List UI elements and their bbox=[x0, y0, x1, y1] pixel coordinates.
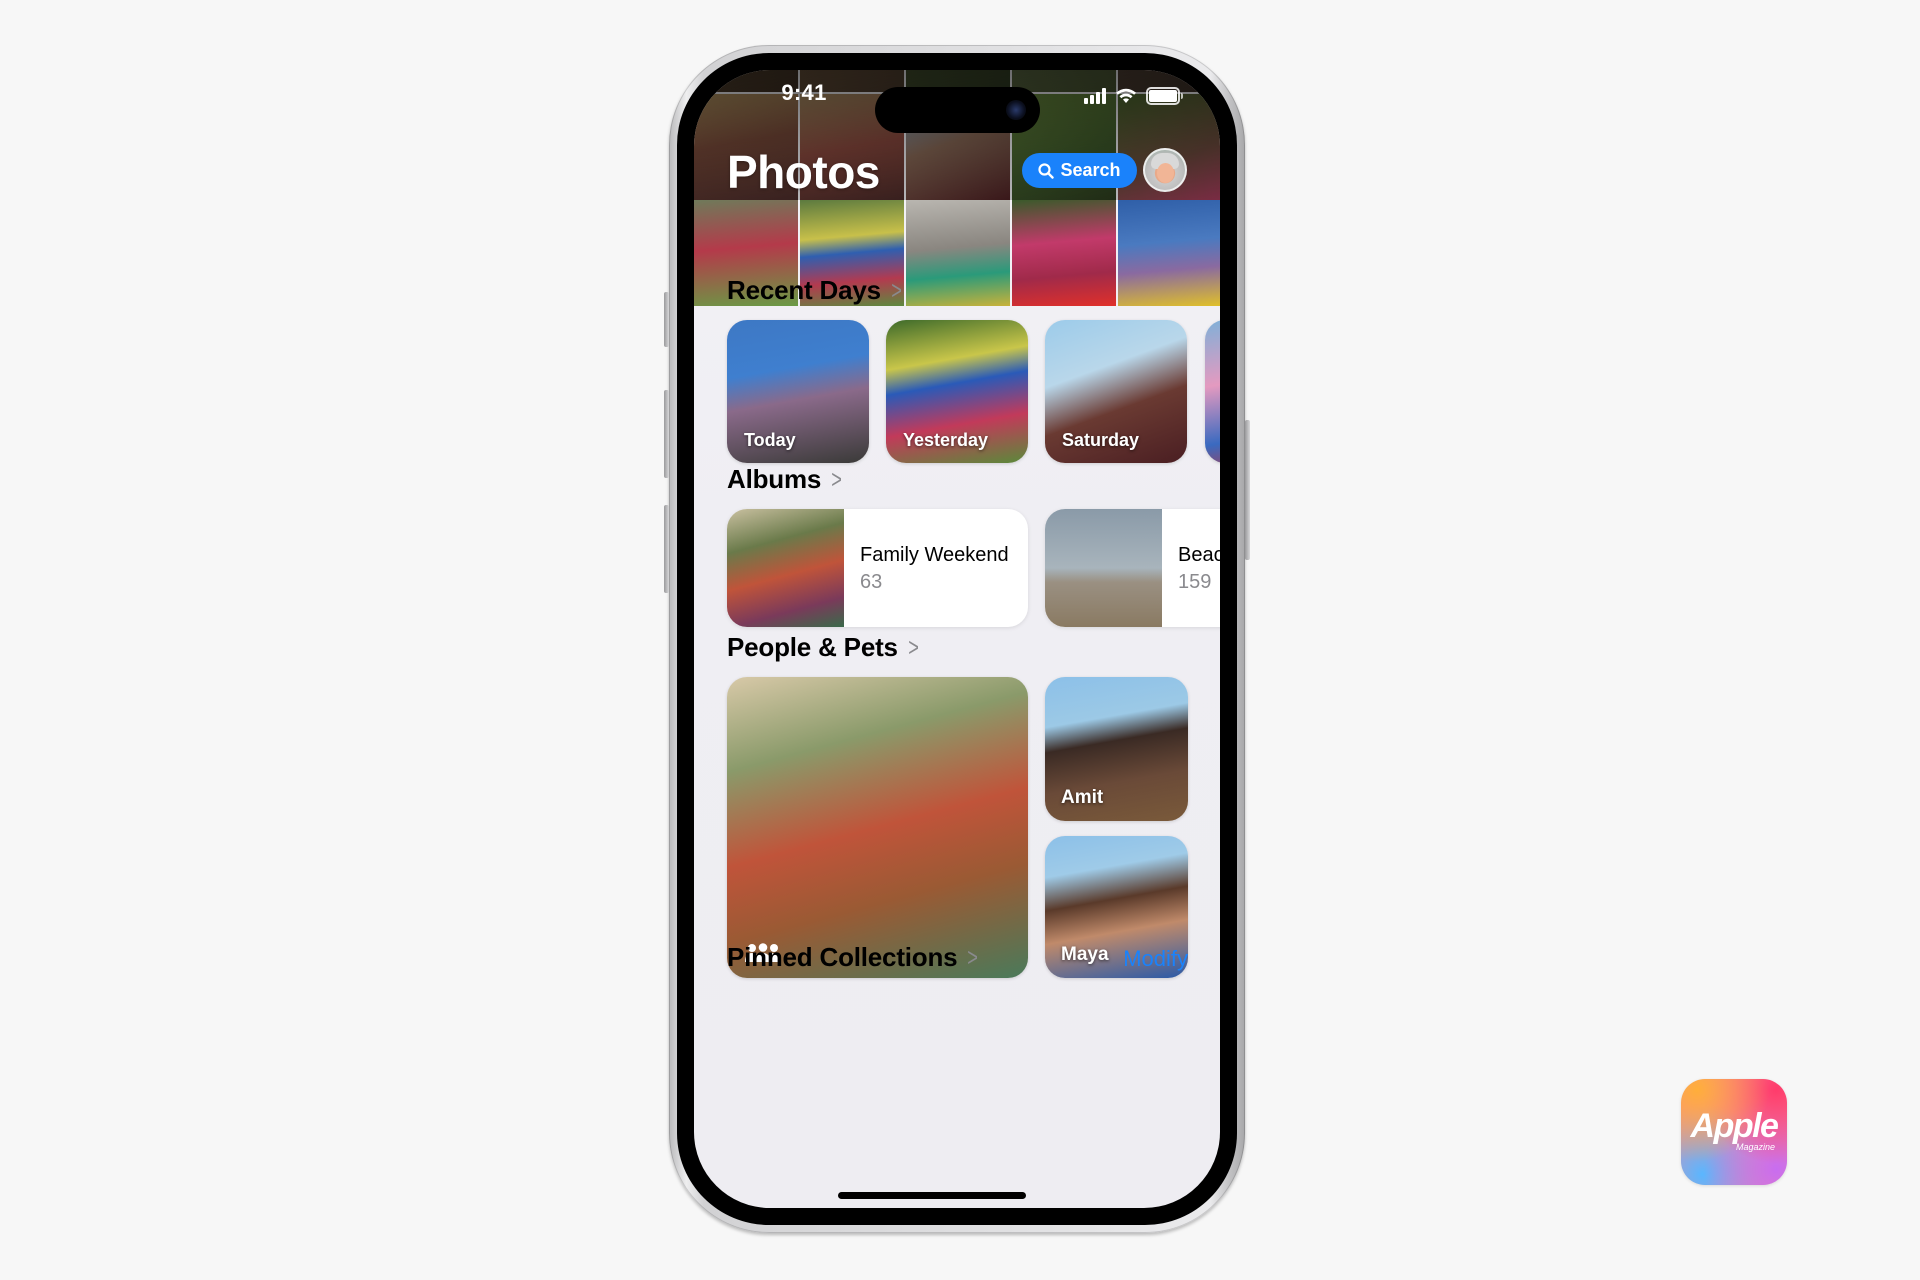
dynamic-island bbox=[875, 87, 1040, 133]
recent-days-header[interactable]: Recent Days > bbox=[727, 275, 904, 306]
album-card[interactable]: Family Weekend 63 bbox=[727, 509, 1028, 627]
chevron-right-icon: > bbox=[891, 275, 902, 305]
recent-day-card[interactable]: Today bbox=[727, 320, 869, 463]
person-card[interactable]: Amit bbox=[1045, 677, 1188, 821]
photo-tile[interactable] bbox=[906, 200, 1010, 306]
action-button bbox=[664, 292, 669, 347]
logo-subword: Magazine bbox=[1735, 1142, 1775, 1152]
volume-down-button bbox=[664, 505, 669, 593]
album-count: 63 bbox=[860, 571, 883, 593]
search-button[interactable]: Search bbox=[1022, 153, 1137, 188]
people-pets-title: People & Pets bbox=[727, 632, 898, 662]
album-card[interactable]: Beac 159 bbox=[1045, 509, 1220, 627]
recent-day-label: Saturday bbox=[1062, 430, 1140, 450]
recent-days-title: Recent Days bbox=[727, 275, 881, 305]
albums-title: Albums bbox=[727, 464, 822, 494]
recent-day-card[interactable]: Yesterday bbox=[886, 320, 1028, 463]
status-time: 9:41 bbox=[781, 80, 827, 105]
albums-header[interactable]: Albums > bbox=[727, 464, 844, 495]
side-power-button bbox=[1245, 420, 1250, 560]
photo-tile[interactable] bbox=[1012, 200, 1116, 306]
person-name: Maya bbox=[1061, 944, 1109, 965]
modify-button[interactable]: Modify bbox=[1123, 946, 1188, 972]
photos-app-screen: 9:41 Photos Search Recent Days > Today Y… bbox=[694, 70, 1220, 1208]
magnifying-glass-icon bbox=[1038, 162, 1055, 179]
chevron-right-icon: > bbox=[831, 464, 842, 494]
album-name: Family Weekend bbox=[860, 544, 1009, 566]
people-group-card[interactable] bbox=[727, 677, 1028, 978]
cellular-signal-icon bbox=[1084, 88, 1106, 104]
person-name: Amit bbox=[1061, 787, 1104, 808]
album-thumbnail bbox=[727, 509, 844, 627]
home-indicator[interactable] bbox=[838, 1192, 1026, 1199]
recent-day-card[interactable]: Saturday bbox=[1045, 320, 1187, 463]
status-icons bbox=[1084, 84, 1183, 108]
wifi-icon bbox=[1116, 88, 1136, 103]
account-avatar[interactable] bbox=[1143, 148, 1187, 192]
battery-level bbox=[1149, 90, 1177, 102]
people-pets-header[interactable]: People & Pets > bbox=[727, 632, 921, 663]
recent-day-card[interactable] bbox=[1205, 320, 1220, 463]
front-camera bbox=[1006, 100, 1026, 120]
page-title: Photos bbox=[727, 146, 880, 198]
pinned-collections-title: Pinned Collections bbox=[727, 942, 958, 972]
photo-tile[interactable] bbox=[1118, 200, 1220, 306]
recent-day-label: Yesterday bbox=[903, 430, 989, 450]
album-name: Beac bbox=[1178, 544, 1220, 566]
chevron-right-icon: > bbox=[908, 632, 919, 662]
volume-up-button bbox=[664, 390, 669, 478]
chevron-right-icon: > bbox=[967, 942, 979, 972]
search-label: Search bbox=[1060, 160, 1121, 180]
album-count: 159 bbox=[1178, 571, 1212, 593]
logo-word: Apple bbox=[1690, 1107, 1779, 1145]
battery-icon bbox=[1146, 87, 1183, 105]
album-thumbnail bbox=[1045, 509, 1162, 627]
pinned-collections-header[interactable]: Pinned Collections > bbox=[727, 942, 980, 973]
apple-magazine-logo: Apple Magazine bbox=[1681, 1079, 1787, 1185]
recent-day-label: Today bbox=[744, 430, 796, 450]
